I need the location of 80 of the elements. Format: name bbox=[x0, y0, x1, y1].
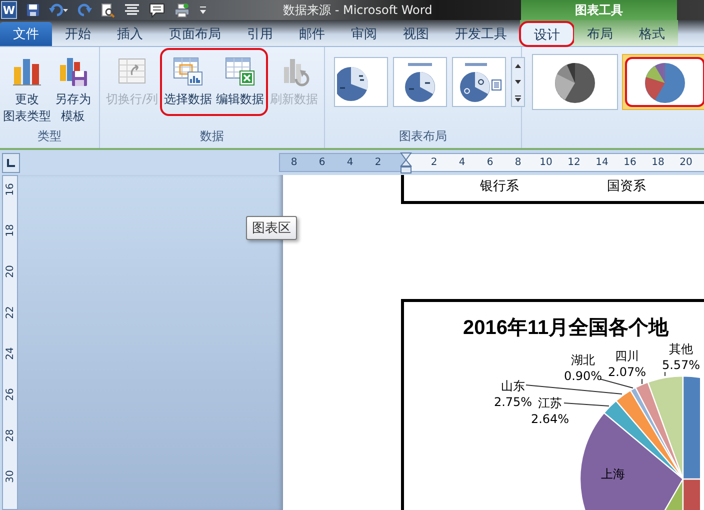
data-label-name: 四川 bbox=[615, 348, 639, 364]
ribbon-button[interactable]: 更改 图表类型 bbox=[4, 50, 50, 125]
chart-title: 2016年11月全国各个地 bbox=[463, 316, 670, 341]
data-label-name: 江苏 bbox=[538, 395, 562, 411]
data-label-name: 湖北 bbox=[571, 352, 595, 368]
ruler-number: 16 bbox=[624, 157, 636, 168]
save-icon[interactable] bbox=[26, 3, 40, 17]
print-icon[interactable] bbox=[174, 2, 190, 18]
context-tab-header: 图表工具 bbox=[521, 0, 677, 20]
ribbon-button[interactable]: 选择数据 bbox=[162, 50, 214, 108]
chart-save-icon bbox=[57, 55, 89, 87]
data-label-value: 2.64% bbox=[530, 411, 570, 427]
ribbon-tab[interactable]: 开发工具 bbox=[442, 22, 520, 46]
app-logo[interactable]: W bbox=[1, 1, 17, 19]
ribbon-tab[interactable]: 设计 bbox=[520, 22, 574, 46]
data-label-name: 上海 bbox=[601, 466, 625, 482]
tab-stop-selector[interactable] bbox=[2, 152, 20, 172]
tab-stop-icon bbox=[6, 158, 16, 168]
ruler-number: 18 bbox=[652, 157, 664, 168]
ribbon-tab[interactable]: 文件 bbox=[0, 22, 52, 46]
chart-layout-thumbnail[interactable] bbox=[393, 57, 447, 107]
ribbon-tab[interactable]: 邮件 bbox=[286, 22, 338, 46]
ruler-number: 12 bbox=[568, 157, 580, 168]
ruler-number: 20 bbox=[4, 265, 16, 278]
ruler-number: 24 bbox=[4, 347, 16, 360]
ruler-number: 30 bbox=[4, 470, 16, 483]
ruler-number: 20 bbox=[680, 157, 692, 168]
ribbon-tab[interactable]: 布局 bbox=[574, 22, 626, 46]
ruler-number: 6 bbox=[486, 157, 494, 168]
ruler-number: 6 bbox=[318, 157, 326, 168]
data-label-value: 2.75% bbox=[494, 394, 532, 410]
data-label-name: 其他 bbox=[669, 341, 693, 357]
table-cell-text: 银行系 bbox=[480, 178, 519, 195]
undo-icon[interactable] bbox=[49, 3, 69, 17]
ribbon-tab[interactable]: 页面布局 bbox=[156, 22, 234, 46]
ribbon-tab[interactable]: 开始 bbox=[52, 22, 104, 46]
print-preview-icon[interactable] bbox=[101, 2, 115, 18]
ruler-number: 8 bbox=[514, 157, 522, 168]
ribbon-tab[interactable]: 审阅 bbox=[338, 22, 390, 46]
data-label-value: 5.57% bbox=[662, 357, 700, 373]
ruler-number: 26 bbox=[4, 388, 16, 401]
chart-layout-thumbnail[interactable] bbox=[334, 57, 388, 107]
ribbon-button[interactable]: 编辑数据 bbox=[214, 50, 266, 108]
ribbon-tab[interactable]: 视图 bbox=[390, 22, 442, 46]
group-label: 图表布局 bbox=[398, 128, 448, 145]
ruler-number: 2 bbox=[374, 157, 382, 168]
indent-marker-icon[interactable] bbox=[400, 152, 412, 174]
ribbon-button[interactable]: 另存为 模板 bbox=[50, 50, 96, 125]
ruler-number: 28 bbox=[4, 429, 16, 442]
chart-layout-thumbnail[interactable] bbox=[452, 57, 506, 107]
leader-line bbox=[664, 372, 666, 376]
ruler-number: 4 bbox=[346, 157, 354, 168]
ruler-number: 14 bbox=[596, 157, 608, 168]
data-label-name: 山东 bbox=[501, 378, 525, 394]
chart-style-thumbnail[interactable] bbox=[622, 54, 704, 110]
ruler-number: 8 bbox=[290, 157, 298, 168]
table-chart-icon bbox=[172, 55, 204, 87]
ruler-number: 4 bbox=[458, 157, 466, 168]
chart-style-thumbnail[interactable] bbox=[532, 54, 618, 110]
ruler-number: 18 bbox=[4, 224, 16, 237]
group-label: 类型 bbox=[36, 128, 62, 145]
data-label-value: 2.07% bbox=[608, 364, 646, 380]
comment-icon[interactable] bbox=[149, 2, 165, 18]
tooltip: 图表区 bbox=[246, 216, 297, 240]
align-icon[interactable] bbox=[124, 3, 140, 17]
data-label-value: 0.90% bbox=[564, 368, 602, 384]
table-cell-text: 国资系 bbox=[607, 178, 646, 195]
spreadsheet-icon bbox=[224, 55, 256, 87]
ruler-number: 10 bbox=[540, 157, 552, 168]
dropdown-icon[interactable] bbox=[199, 4, 207, 16]
group-label: 数据 bbox=[199, 128, 225, 145]
ribbon-tab[interactable]: 引用 bbox=[234, 22, 286, 46]
ruler-number: 22 bbox=[4, 306, 16, 319]
ribbon-tab[interactable]: 格式 bbox=[626, 22, 678, 46]
ruler-number: 16 bbox=[4, 183, 16, 196]
redo-icon[interactable] bbox=[78, 3, 92, 17]
window-title: 数据来源 - Microsoft Word bbox=[283, 2, 434, 18]
ruler-number: 2 bbox=[430, 157, 438, 168]
ribbon-tab[interactable]: 插入 bbox=[104, 22, 156, 46]
leader-line bbox=[564, 402, 610, 406]
